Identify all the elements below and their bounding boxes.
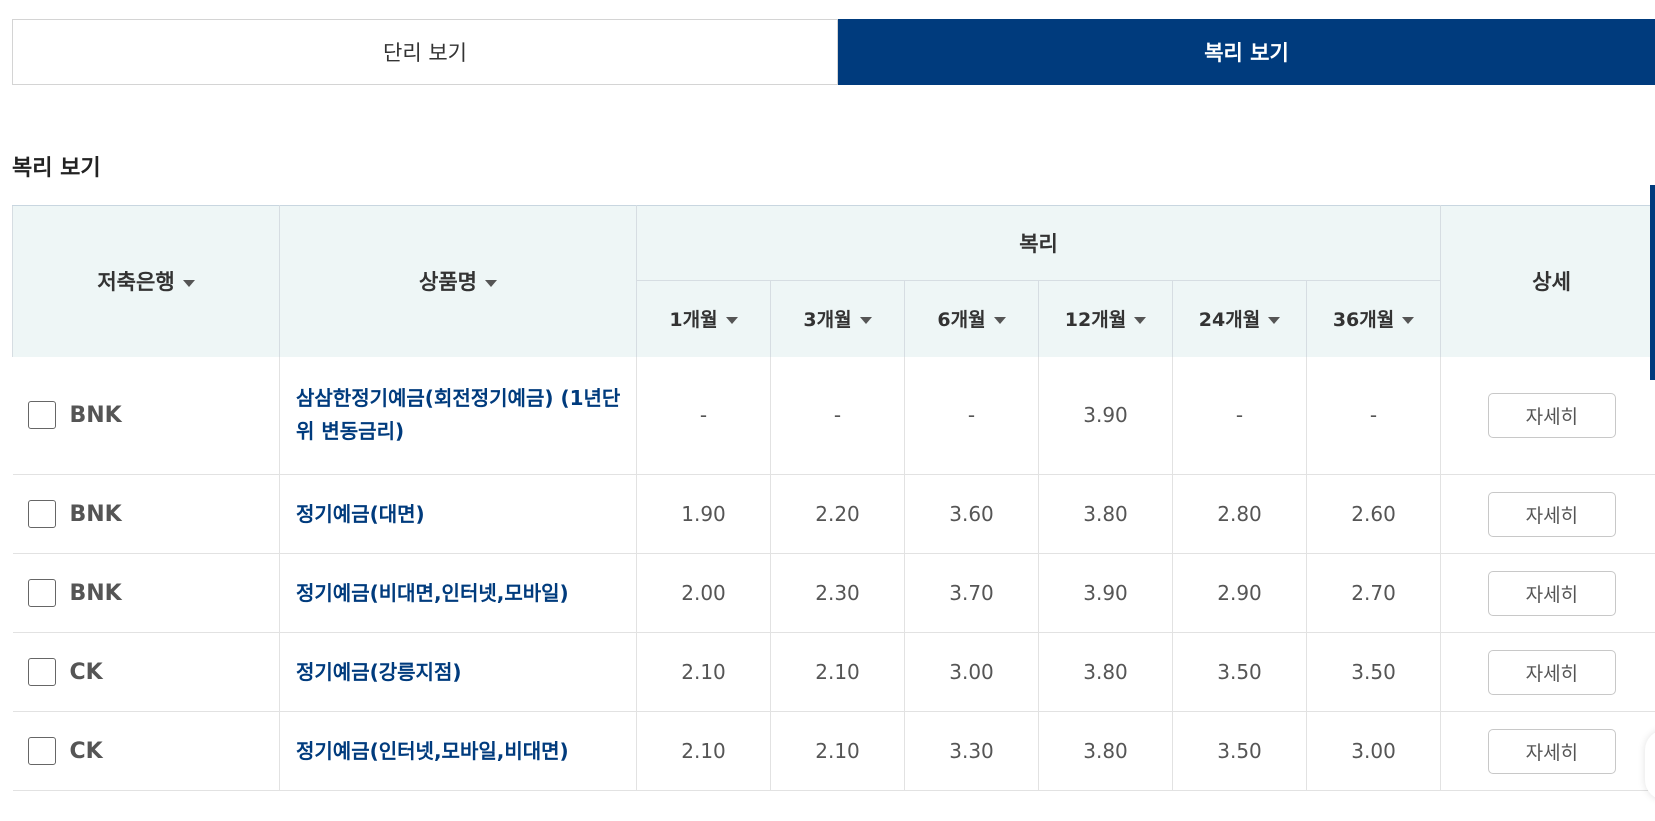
scrollbar-edge <box>1650 185 1655 380</box>
rate-cell: 3.70 <box>904 553 1039 633</box>
rate-cell: 1.90 <box>636 474 771 554</box>
header-term-label: 1개월 <box>669 309 718 332</box>
product-link[interactable]: 정기예금(인터넷,모바일,비대면) <box>279 711 637 791</box>
table-row: BNK 정기예금(대면) 1.90 2.20 3.60 3.80 2.80 2.60 자세히 <box>12 474 1655 554</box>
product-link[interactable]: 정기예금(대면) <box>279 474 637 554</box>
rate-cell: 3.50 <box>1172 711 1307 791</box>
rate-cell: 2.10 <box>636 632 771 712</box>
rate-cell: 2.00 <box>636 553 771 633</box>
header-term-label: 6개월 <box>937 309 986 332</box>
detail-cell: 자세히 <box>1440 632 1655 712</box>
rate-cell: 3.80 <box>1038 474 1173 554</box>
bank-name: CK <box>69 738 103 764</box>
rates-table: 저축은행 상품명 복리 상세 1개월 3개월 6개월 12개월 24개월 36개월 BNK… <box>12 205 1655 791</box>
detail-button[interactable]: 자세히 <box>1487 491 1616 537</box>
rate-cell: 2.10 <box>770 711 905 791</box>
table-row: CK 정기예금(인터넷,모바일,비대면) 2.10 2.10 3.30 3.80 3.50 3… <box>12 711 1655 791</box>
rate-cell: 2.90 <box>1172 553 1307 633</box>
bank-cell: CK <box>12 711 280 791</box>
header-term-label: 24개월 <box>1198 309 1261 332</box>
bank-name: BNK <box>69 501 122 527</box>
rate-cell: 2.70 <box>1305 553 1442 633</box>
rate-cell: 2.10 <box>770 632 905 712</box>
rate-cell: 3.80 <box>1038 711 1173 791</box>
header-term-label: 3개월 <box>803 309 852 332</box>
header-product-label: 상품명 <box>419 270 477 295</box>
table-row: CK 정기예금(강릉지점) 2.10 2.10 3.00 3.80 3.50 3.50 자세히 <box>12 632 1655 712</box>
detail-button[interactable]: 자세히 <box>1487 570 1616 616</box>
sort-arrow-icon[interactable] <box>993 317 1006 325</box>
section-title: 복리 보기 <box>12 156 101 181</box>
rate-cell: - <box>904 356 1039 475</box>
rate-cell: - <box>636 356 771 475</box>
table-row: BNK 정기예금(비대면,인터넷,모바일) 2.00 2.30 3.70 3.90 2.90… <box>12 553 1655 633</box>
bank-cell: BNK <box>12 474 280 554</box>
table-row: BNK 삼삼한정기예금(회전정기예금) (1년단위 변동금리) - - -3.90- - 자… <box>12 356 1655 475</box>
product-link[interactable]: 정기예금(강릉지점) <box>279 632 637 712</box>
detail-cell: 자세히 <box>1440 356 1655 475</box>
sort-arrow-icon[interactable] <box>725 317 738 325</box>
bank-name: CK <box>69 659 103 685</box>
header-term-label: 12개월 <box>1064 309 1127 332</box>
header-term-4[interactable]: 24개월 <box>1172 280 1307 357</box>
product-link[interactable]: 정기예금(비대면,인터넷,모바일) <box>279 553 637 633</box>
row-checkbox[interactable] <box>27 737 56 765</box>
tab-compound-interest[interactable]: 복리 보기 <box>838 19 1655 85</box>
floating-button[interactable] <box>1645 730 1655 800</box>
header-product[interactable]: 상품명 <box>279 205 637 357</box>
sort-arrow-icon[interactable] <box>182 279 195 287</box>
rate-cell: 2.80 <box>1172 474 1307 554</box>
header-term-1[interactable]: 3개월 <box>770 280 905 357</box>
sort-arrow-icon[interactable] <box>1268 317 1281 325</box>
view-tabs: 단리 보기 복리 보기 <box>12 19 1655 85</box>
sort-arrow-icon[interactable] <box>484 279 497 287</box>
sort-arrow-icon[interactable] <box>1402 317 1415 325</box>
rate-cell: - <box>770 356 905 475</box>
sort-arrow-icon[interactable] <box>1134 317 1147 325</box>
detail-cell: 자세히 <box>1440 474 1655 554</box>
header-term-5[interactable]: 36개월 <box>1305 280 1442 357</box>
header-term-2[interactable]: 6개월 <box>904 280 1039 357</box>
rate-cell: 2.20 <box>770 474 905 554</box>
detail-button[interactable]: 자세히 <box>1487 728 1616 774</box>
product-link[interactable]: 삼삼한정기예금(회전정기예금) (1년단위 변동금리) <box>279 356 637 475</box>
detail-cell: 자세히 <box>1440 711 1655 791</box>
tab-simple-interest[interactable]: 단리 보기 <box>12 19 838 85</box>
row-checkbox[interactable] <box>27 579 56 607</box>
header-detail: 상세 <box>1440 205 1655 357</box>
rate-cell: 3.80 <box>1038 632 1173 712</box>
rate-cell: 2.60 <box>1305 474 1442 554</box>
rate-cell: 3.00 <box>1305 711 1442 791</box>
header-term-label: 36개월 <box>1332 309 1395 332</box>
rate-cell: 3.90 <box>1038 356 1173 475</box>
rate-cell: 3.50 <box>1305 632 1442 712</box>
header-term-3[interactable]: 12개월 <box>1038 280 1173 357</box>
bank-name: BNK <box>69 580 122 606</box>
rate-cell: 2.30 <box>770 553 905 633</box>
detail-cell: 자세히 <box>1440 553 1655 633</box>
bank-cell: CK <box>12 632 280 712</box>
bank-cell: BNK <box>12 356 280 475</box>
rate-cell: 3.50 <box>1172 632 1307 712</box>
rate-cell: 2.10 <box>636 711 771 791</box>
bank-cell: BNK <box>12 553 280 633</box>
detail-button[interactable]: 자세히 <box>1487 392 1616 438</box>
rate-cell: 3.00 <box>904 632 1039 712</box>
rate-cell: 3.30 <box>904 711 1039 791</box>
rate-cell: - <box>1172 356 1307 475</box>
header-bank[interactable]: 저축은행 <box>12 205 280 357</box>
row-checkbox[interactable] <box>27 500 56 528</box>
header-bank-label: 저축은행 <box>97 270 175 295</box>
bank-name: BNK <box>69 402 122 428</box>
rate-cell: 3.60 <box>904 474 1039 554</box>
sort-arrow-icon[interactable] <box>859 317 872 325</box>
header-term-0[interactable]: 1개월 <box>636 280 771 357</box>
row-checkbox[interactable] <box>27 401 56 430</box>
detail-button[interactable]: 자세히 <box>1487 649 1616 695</box>
row-checkbox[interactable] <box>27 658 56 686</box>
rate-cell: - <box>1305 356 1442 475</box>
header-compound-group: 복리 <box>635 205 1442 281</box>
rate-cell: 3.90 <box>1038 553 1173 633</box>
